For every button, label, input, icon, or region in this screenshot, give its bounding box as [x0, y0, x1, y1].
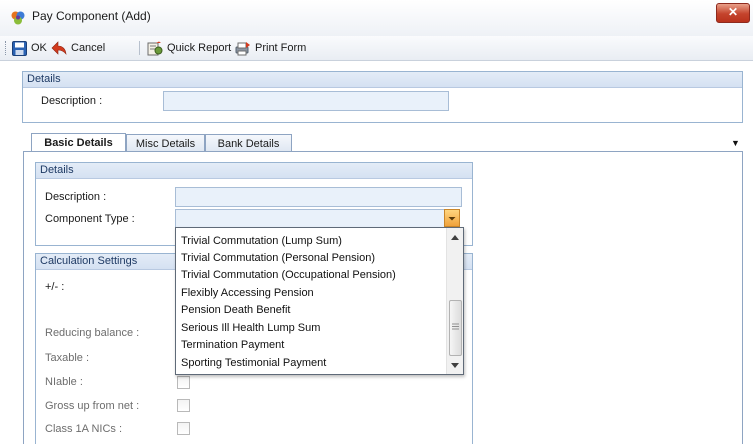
save-disk-icon — [12, 40, 27, 56]
title-bar: Pay Component (Add) ✕ — [0, 0, 753, 37]
plus-minus-label: +/- : — [45, 281, 65, 293]
description-input[interactable] — [175, 187, 462, 207]
component-type-label: Component Type : — [45, 213, 135, 225]
dropdown-option[interactable]: Trivial Commutation (Personal Pension) — [181, 250, 375, 267]
app-logo-icon — [11, 11, 25, 25]
basic-details-header: Details — [36, 163, 472, 179]
print-form-button[interactable]: Print Form — [235, 40, 306, 56]
window-title: Pay Component (Add) — [32, 9, 151, 23]
dropdown-option[interactable]: Flexibly Accessing Pension — [181, 285, 314, 302]
dropdown-option[interactable]: Serious Ill Health Lump Sum — [181, 320, 320, 337]
dropdown-scrollbar[interactable] — [446, 228, 463, 374]
back-arrow-icon — [51, 41, 67, 55]
cancel-button[interactable]: Cancel — [51, 40, 105, 56]
tab-overflow-chevron-icon[interactable]: ▼ — [731, 138, 740, 148]
scroll-down-arrow-icon[interactable] — [451, 363, 459, 368]
class1a-label: Class 1A NICs : — [45, 423, 123, 435]
component-type-dropdown-list[interactable]: Trivial Commutation (Lump Sum) Trivial C… — [175, 227, 464, 375]
component-type-combo[interactable] — [175, 209, 445, 229]
toolbar: OK Cancel Quick Report Print Form — [0, 36, 753, 61]
top-description-label: Description : — [41, 95, 103, 107]
dropdown-option[interactable]: Trivial Commutation (Lump Sum) — [181, 233, 342, 250]
top-details-header: Details — [23, 72, 742, 88]
dropdown-option[interactable]: Termination Payment — [181, 337, 284, 354]
class1a-checkbox[interactable] — [177, 422, 190, 435]
toolbar-separator — [139, 41, 140, 55]
dropdown-option[interactable]: Pension Death Benefit — [181, 302, 290, 319]
taxable-label: Taxable : — [45, 352, 90, 364]
quick-report-label: Quick Report — [167, 42, 232, 54]
grip-lines-icon — [452, 323, 459, 330]
print-form-icon — [235, 41, 250, 55]
reducing-balance-label: Reducing balance : — [45, 327, 140, 339]
ok-button[interactable]: OK — [12, 40, 47, 56]
toolbar-grip[interactable] — [5, 41, 8, 55]
ok-label: OK — [31, 42, 47, 54]
chevron-down-icon — [448, 217, 456, 221]
description-label: Description : — [45, 191, 107, 203]
cancel-label: Cancel — [71, 42, 106, 54]
gross-up-checkbox[interactable] — [177, 399, 190, 412]
scrollbar-thumb[interactable] — [449, 300, 462, 356]
close-button[interactable]: ✕ — [716, 3, 750, 23]
niable-checkbox[interactable] — [177, 376, 190, 389]
tab-basic-details[interactable]: Basic Details — [31, 133, 126, 153]
dropdown-option[interactable]: Trivial Commutation (Occupational Pensio… — [181, 267, 396, 284]
print-form-label: Print Form — [255, 42, 307, 54]
niable-label: NIable : — [45, 376, 83, 388]
scroll-up-arrow-icon[interactable] — [451, 235, 459, 240]
combo-dropdown-button[interactable] — [444, 209, 460, 227]
gross-up-label: Gross up from net : — [45, 400, 140, 412]
top-description-input[interactable] — [163, 91, 449, 111]
quick-report-button[interactable]: Quick Report — [147, 40, 231, 56]
dropdown-option[interactable]: Sporting Testimonial Payment — [181, 355, 326, 372]
report-icon — [147, 41, 163, 55]
